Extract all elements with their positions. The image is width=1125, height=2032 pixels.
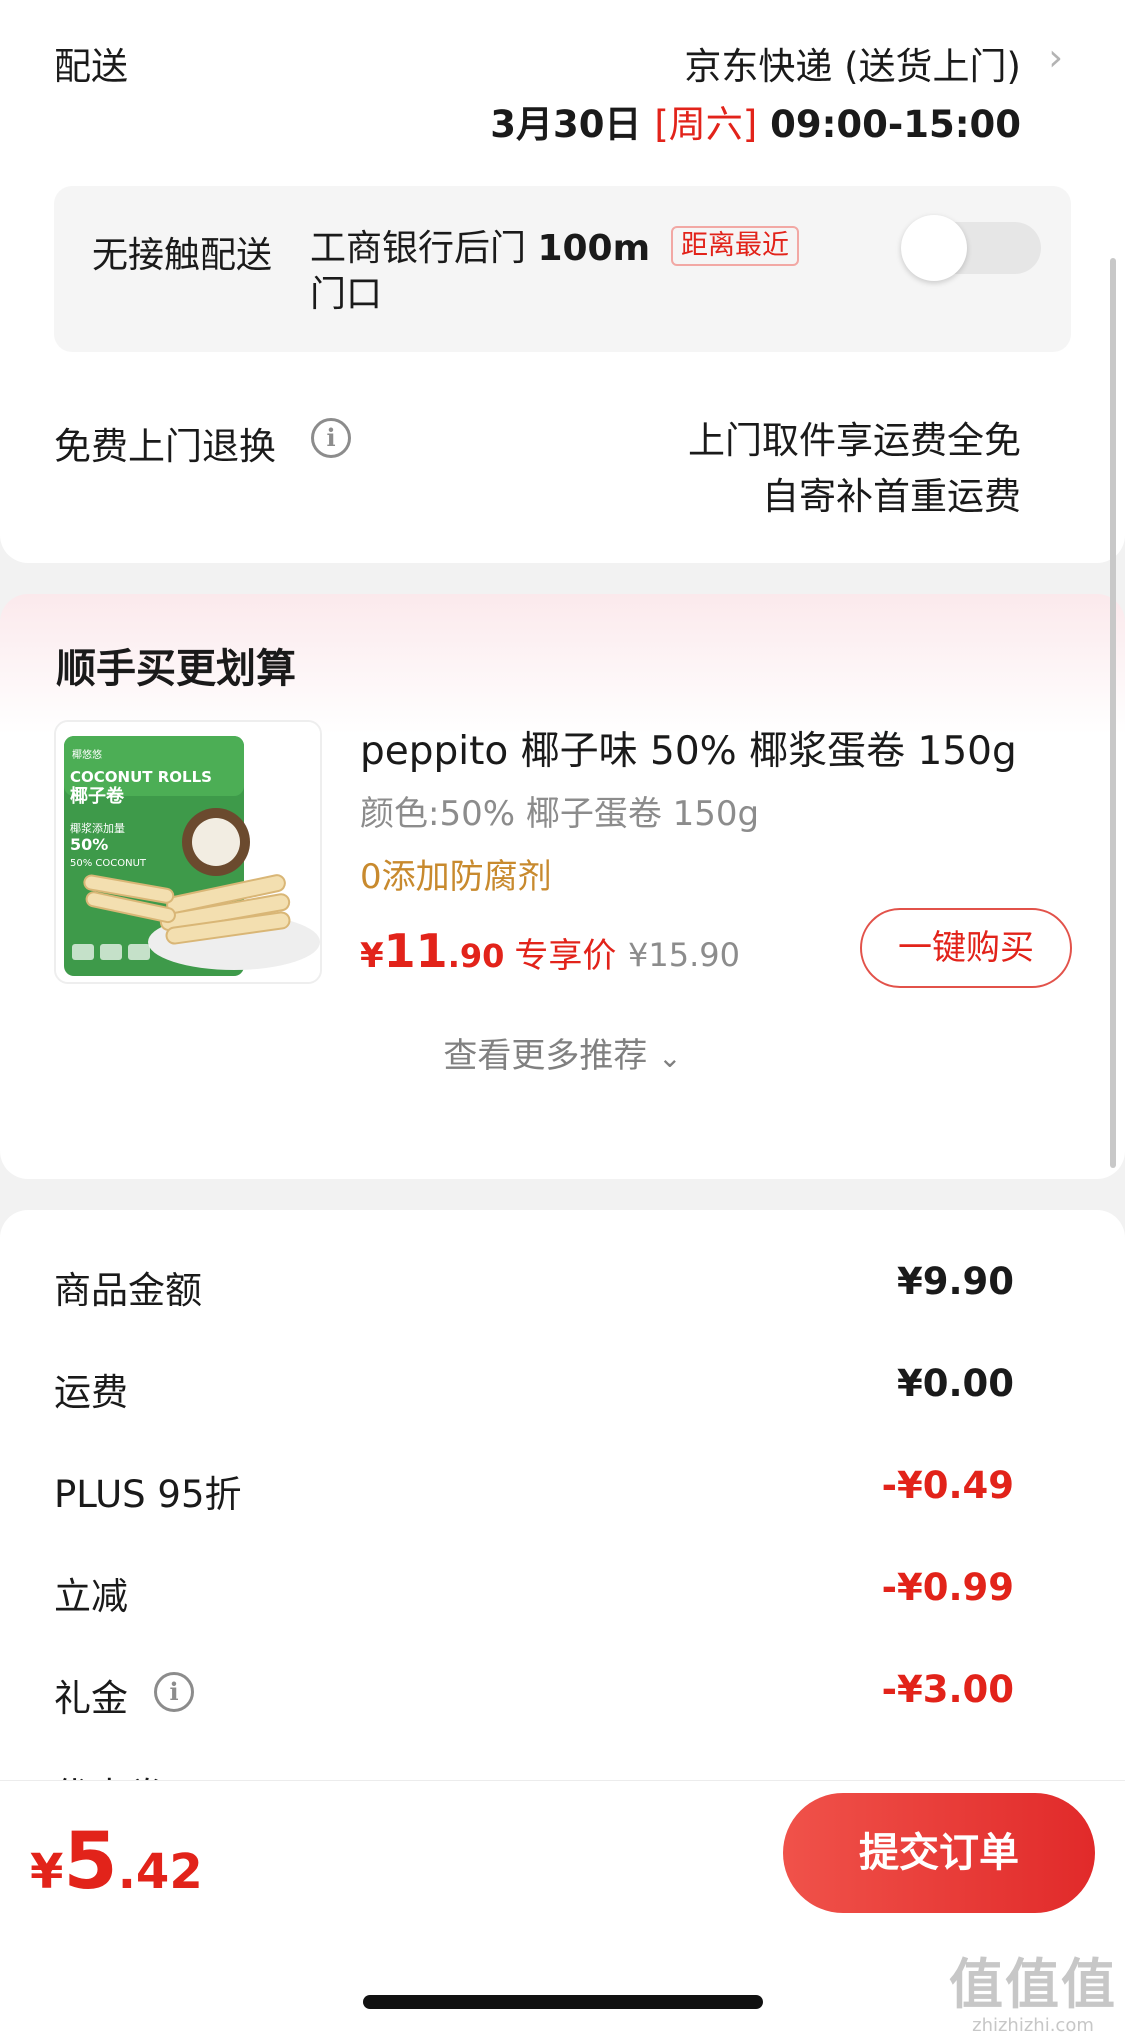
price-decimal: .90 bbox=[447, 937, 505, 975]
home-indicator[interactable] bbox=[363, 1995, 763, 2009]
svg-text:椰浆添加量: 椰浆添加量 bbox=[70, 821, 125, 835]
summary-label: 商品金额 bbox=[54, 1269, 202, 1312]
original-price: ¥15.90 bbox=[628, 936, 740, 974]
delivery-card: 配送 京东快递 (送货上门) › 3月30日 [周六] 09:00-15:00 … bbox=[0, 0, 1125, 563]
checkout-bar: ¥5.42 提交订单 值值值 zhizhizhi.com bbox=[0, 1780, 1125, 2032]
chevron-down-icon: ⌄ bbox=[658, 1041, 682, 1074]
addon-title: 顺手买更划算 bbox=[56, 646, 296, 692]
summary-label: 运费 bbox=[54, 1371, 128, 1414]
svg-text:椰子卷: 椰子卷 bbox=[70, 785, 125, 807]
price-symbol: ¥ bbox=[360, 936, 384, 976]
svg-text:50% COCONUT: 50% COCONUT bbox=[70, 858, 147, 869]
info-icon[interactable]: i bbox=[154, 1672, 194, 1712]
watermark-mark: 值值值 bbox=[949, 1953, 1117, 2016]
svg-text:50%: 50% bbox=[70, 835, 108, 854]
delivery-label: 配送 bbox=[54, 45, 128, 88]
nearest-badge: 距离最近 bbox=[671, 226, 799, 266]
summary-row: 立减 -¥0.99 bbox=[54, 1566, 1014, 1618]
product-name[interactable]: peppito 椰子味 50% 椰浆蛋卷 150g bbox=[360, 720, 1017, 776]
delivery-date: 3月30日 bbox=[490, 103, 642, 146]
contactless-address-line2: 门口 bbox=[310, 274, 383, 315]
product-price: ¥11.90 专享价 bbox=[360, 924, 616, 978]
summary-value: -¥0.99 bbox=[881, 1566, 1014, 1609]
delivery-method[interactable]: 京东快递 (送货上门) bbox=[684, 36, 1021, 90]
watermark-url: zhizhizhi.com bbox=[972, 2015, 1094, 2032]
scrollbar[interactable] bbox=[1110, 258, 1116, 1168]
more-recommendations-link[interactable]: 查看更多推荐 ⌄ bbox=[0, 1028, 1125, 1077]
summary-row: 商品金额 ¥9.90 bbox=[54, 1260, 1014, 1312]
toggle-knob bbox=[901, 215, 967, 281]
total-decimal: .42 bbox=[117, 1844, 203, 1900]
delivery-time[interactable]: 3月30日 [周六] 09:00-15:00 bbox=[490, 94, 1021, 148]
svg-text:COCONUT ROLLS: COCONUT ROLLS bbox=[70, 768, 212, 786]
product-variant: 颜色:50% 椰子蛋卷 150g bbox=[360, 794, 760, 834]
product-image[interactable]: 椰悠悠 COCONUT ROLLS 椰子卷 椰浆添加量 50% 50% COCO… bbox=[54, 720, 322, 984]
more-recommendations-label: 查看更多推荐 bbox=[443, 1036, 648, 1076]
watermark-logo: 值值值 zhizhizhi.com bbox=[949, 1955, 1117, 2032]
returns-line2: 自寄补首重运费 bbox=[762, 475, 1021, 518]
total-integer: 5 bbox=[63, 1817, 118, 1907]
summary-value: ¥0.00 bbox=[896, 1362, 1014, 1405]
contactless-toggle[interactable] bbox=[901, 215, 1041, 281]
price-integer: 11 bbox=[383, 924, 448, 978]
summary-label: 立减 bbox=[54, 1575, 128, 1618]
info-icon[interactable]: i bbox=[311, 418, 351, 458]
checkout-page: 配送 京东快递 (送货上门) › 3月30日 [周六] 09:00-15:00 … bbox=[0, 0, 1125, 2032]
total-symbol: ¥ bbox=[30, 1844, 64, 1900]
addon-card: 顺手买更划算 椰悠悠 COCONUT ROLLS 椰子卷 椰浆添加量 50% 5… bbox=[0, 594, 1125, 1179]
price-label: 专享价 bbox=[514, 936, 617, 976]
contactless-address-prefix: 工商银行后门 bbox=[310, 228, 538, 269]
contactless-distance: 100m bbox=[537, 228, 651, 269]
product-tag: 0添加防腐剂 bbox=[360, 857, 552, 897]
chevron-right-icon[interactable]: › bbox=[1048, 36, 1063, 79]
svg-text:椰悠悠: 椰悠悠 bbox=[72, 748, 102, 761]
contactless-delivery-panel: 无接触配送 工商银行后门 100m 门口 距离最近 bbox=[54, 186, 1071, 352]
price-summary-card: 商品金额 ¥9.90 运费 ¥0.00 PLUS 95折 -¥0.49 立减 -… bbox=[0, 1210, 1125, 1818]
submit-order-button[interactable]: 提交订单 bbox=[783, 1793, 1095, 1913]
summary-value: -¥3.00 bbox=[881, 1668, 1014, 1711]
one-click-buy-button[interactable]: 一键购买 bbox=[860, 908, 1072, 988]
returns-line1: 上门取件享运费全免 bbox=[688, 419, 1021, 462]
total-price: ¥5.42 bbox=[30, 1817, 203, 1907]
summary-row: PLUS 95折 -¥0.49 bbox=[54, 1464, 1014, 1516]
coconut-rolls-package-image: 椰悠悠 COCONUT ROLLS 椰子卷 椰浆添加量 50% 50% COCO… bbox=[56, 722, 320, 982]
summary-row: 礼金 i -¥3.00 bbox=[54, 1668, 1014, 1720]
summary-value: ¥9.90 bbox=[896, 1260, 1014, 1303]
summary-label: 礼金 bbox=[54, 1677, 128, 1720]
contactless-label: 无接触配送 bbox=[92, 235, 273, 276]
returns-label: 免费上门退换 bbox=[54, 425, 276, 468]
delivery-time-window: 09:00-15:00 bbox=[770, 103, 1021, 146]
contactless-address: 工商银行后门 100m 门口 bbox=[310, 226, 730, 318]
summary-value: -¥0.49 bbox=[881, 1464, 1014, 1507]
summary-row: 运费 ¥0.00 bbox=[54, 1362, 1014, 1414]
summary-label: PLUS 95折 bbox=[54, 1473, 242, 1516]
delivery-weekday: [周六] bbox=[654, 103, 758, 146]
